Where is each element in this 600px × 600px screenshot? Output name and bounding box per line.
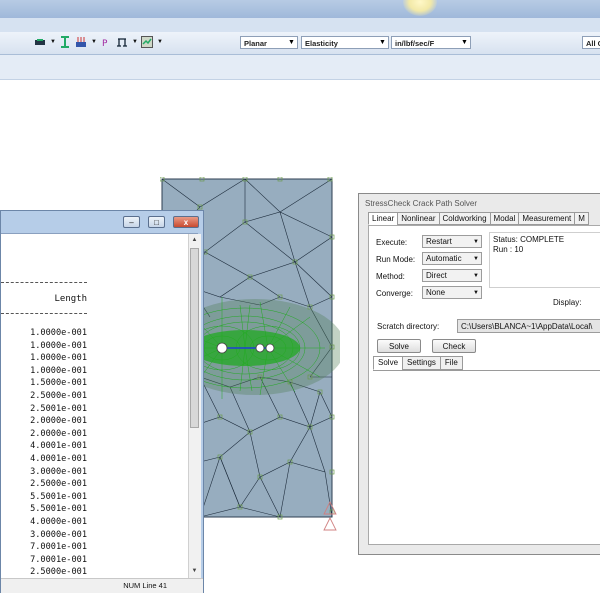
table-row: 4.0000e-001 <box>30 516 87 527</box>
chevron-down-icon: ▼ <box>288 39 295 46</box>
table-row: 2.0000e-001 <box>30 416 87 427</box>
analysis-type-select[interactable]: Elasticity ▼ <box>301 36 389 49</box>
svg-text:P: P <box>102 39 108 48</box>
divider <box>1 282 87 283</box>
table-row: 2.5000e-001 <box>30 390 87 401</box>
table-row: 2.5001e-001 <box>30 403 87 414</box>
tab-linear[interactable]: Linear <box>368 212 399 225</box>
status-box: Status: COMPLETE Run : 10 <box>489 232 600 288</box>
chevron-down-icon: ▼ <box>473 256 479 262</box>
length-values-list: 1.0000e-001 1.0000e-001 1.0000e-001 1.0000e… <box>1 327 87 579</box>
table-row: 1.0000e-001 <box>30 353 87 364</box>
table-row: 2.5000e-001 <box>30 567 87 578</box>
dropdown-arrow-icon[interactable]: ▼ <box>132 36 138 48</box>
chevron-down-icon: ▼ <box>379 39 386 46</box>
app-title-bar <box>0 0 600 18</box>
table-row: 7.0001e-001 <box>30 554 87 565</box>
subtab-settings[interactable]: Settings <box>402 356 441 370</box>
tab-nonlinear[interactable]: Nonlinear <box>397 212 440 225</box>
solver-tabs: Linear Nonlinear Coldworking Modal Measu… <box>368 212 589 225</box>
formulation-select[interactable]: Planar ▼ <box>240 36 298 49</box>
units-select[interactable]: in/lbf/sec/F ▼ <box>391 36 471 49</box>
status-text: Status: COMPLETE <box>493 235 565 244</box>
method-label: Method: <box>376 272 405 281</box>
minimize-button[interactable]: – <box>123 216 140 228</box>
converge-label: Converge: <box>376 289 413 298</box>
table-row: 2.5000e-001 <box>30 479 87 490</box>
table-row: 1.5000e-001 <box>30 378 87 389</box>
scratch-directory-label: Scratch directory: <box>377 322 440 331</box>
chevron-down-icon: ▼ <box>473 239 479 245</box>
crack-path-solver-window[interactable]: StressCheck Crack Path Solver Linear Non… <box>358 193 600 555</box>
close-button[interactable]: x <box>173 216 199 228</box>
scrollbar-thumb[interactable] <box>190 248 199 428</box>
divider <box>373 370 600 371</box>
run-mode-label: Run Mode: <box>376 255 416 264</box>
console-text-area[interactable]: Length 1.0000e-001 1.0000e-001 1.0000e-001… <box>1 233 198 579</box>
group-select[interactable]: All G <box>582 36 600 49</box>
execute-label: Execute: <box>376 238 408 247</box>
toolbar-icons: ▼ ▼ P ▼ ▼ <box>34 36 163 48</box>
method-select[interactable]: Direct ▼ <box>422 269 482 282</box>
dropdown-arrow-icon[interactable]: ▼ <box>91 36 97 48</box>
tab-modal[interactable]: Modal <box>489 212 520 225</box>
table-row: 1.0000e-001 <box>30 340 87 351</box>
display-label: Display: <box>553 298 582 307</box>
load-icon[interactable] <box>75 36 87 48</box>
solver-subtabs: Solve Settings File <box>373 356 463 370</box>
table-row: 2.0000e-001 <box>30 428 87 439</box>
table-row: 3.0000e-001 <box>30 466 87 477</box>
scratch-directory-field[interactable]: C:\Users\BLANCA~1\AppData\Local\ <box>457 319 600 333</box>
scroll-up-icon[interactable]: ▲ <box>190 235 199 245</box>
crack-icon[interactable] <box>141 36 153 48</box>
tab-measurement[interactable]: Measurement <box>518 212 576 225</box>
chevron-down-icon: ▼ <box>461 39 468 46</box>
menu-strip <box>0 18 600 33</box>
dropdown-arrow-icon[interactable]: ▼ <box>50 36 56 48</box>
secondary-toolbar <box>0 55 600 80</box>
constraint-icon[interactable] <box>116 36 128 48</box>
table-row: 5.5001e-001 <box>30 504 87 515</box>
chevron-down-icon: ▼ <box>473 290 479 296</box>
vertical-scrollbar[interactable]: ▲ ▼ <box>188 234 201 578</box>
table-row: 7.0001e-001 <box>30 542 87 553</box>
console-title-bar[interactable]: – □ x <box>1 211 203 233</box>
console-status-bar: NUM Line 41 <box>1 578 203 593</box>
crack-tip-left[interactable] <box>216 342 228 354</box>
table-row: 1.0000e-001 <box>30 328 87 338</box>
maximize-button[interactable]: □ <box>148 216 165 228</box>
crack-tip-right[interactable] <box>265 343 275 353</box>
subtab-file[interactable]: File <box>439 356 463 370</box>
tab-coldworking[interactable]: Coldworking <box>438 212 491 225</box>
execute-select[interactable]: Restart ▼ <box>422 235 482 248</box>
subtab-solve[interactable]: Solve <box>373 356 404 370</box>
dropdown-arrow-icon[interactable]: ▼ <box>157 36 163 48</box>
table-row: 5.5001e-001 <box>30 491 87 502</box>
mesh-icon[interactable] <box>34 36 46 48</box>
chevron-down-icon: ▼ <box>473 273 479 279</box>
table-row: 1.0000e-001 <box>30 365 87 376</box>
linear-tab-panel: Execute: Restart ▼ Run Mode: Automatic ▼ M… <box>368 225 600 545</box>
table-row: 3.0000e-001 <box>30 529 87 540</box>
column-header-length: Length <box>54 294 87 304</box>
run-mode-select[interactable]: Automatic ▼ <box>422 252 482 265</box>
scroll-down-icon[interactable]: ▼ <box>190 566 199 576</box>
converge-select[interactable]: None ▼ <box>422 286 482 299</box>
output-console-window[interactable]: – □ x Length 1.0000e-001 1.0000e-001 1.000… <box>0 210 204 593</box>
divider <box>1 313 87 314</box>
solve-button[interactable]: Solve <box>377 339 421 353</box>
tab-more[interactable]: M <box>574 212 589 225</box>
status-text: NUM Line 41 <box>123 581 167 590</box>
table-row: 4.0001e-001 <box>30 453 87 464</box>
crack-node[interactable] <box>255 343 265 353</box>
dimension-icon[interactable] <box>59 36 71 48</box>
solver-title: StressCheck Crack Path Solver <box>365 199 478 208</box>
run-count: Run : 10 <box>493 245 524 254</box>
property-icon[interactable]: P <box>100 36 112 48</box>
table-row: 4.0001e-001 <box>30 441 87 452</box>
check-button[interactable]: Check <box>432 339 476 353</box>
